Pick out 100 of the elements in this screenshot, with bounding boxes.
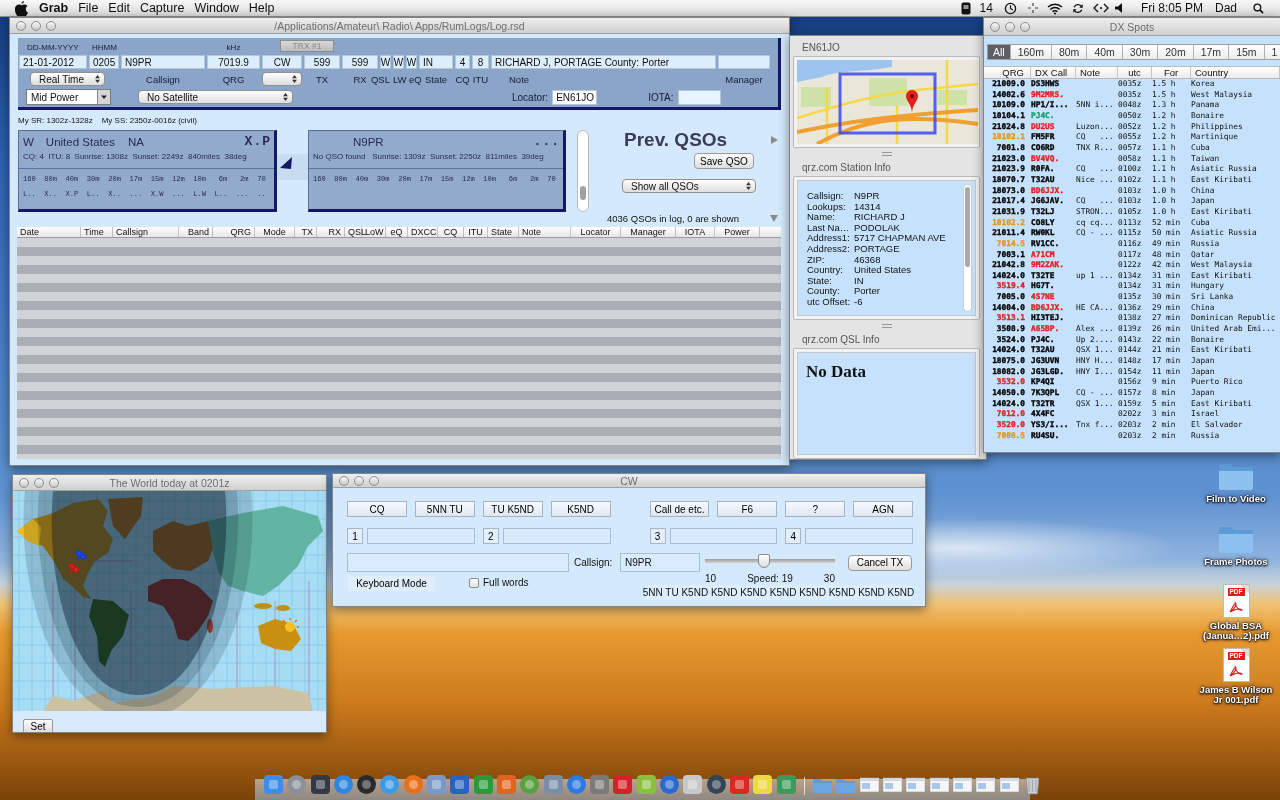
slider-thumb[interactable] — [758, 553, 771, 568]
filter-dropdown[interactable]: Show all QSOs — [622, 179, 756, 193]
window-thumbnail-icon[interactable] — [928, 774, 950, 795]
close-button[interactable] — [990, 21, 1000, 32]
input-field[interactable]: 0205 — [89, 55, 119, 69]
time-mode-dropdown[interactable]: Real Time — [30, 72, 105, 86]
app-icon[interactable] — [519, 774, 541, 795]
save-qso-button[interactable]: Save QSO — [694, 153, 754, 169]
macro-button[interactable]: AGN — [853, 501, 913, 517]
close-button[interactable] — [16, 20, 26, 31]
folder-icon[interactable] — [1218, 524, 1254, 554]
input-field[interactable]: W — [380, 55, 391, 69]
window-thumbnail-icon[interactable] — [882, 774, 903, 795]
band-tab[interactable]: 40m — [1087, 45, 1123, 59]
band-tab[interactable]: 17m — [1193, 45, 1230, 59]
folder-icon[interactable] — [1218, 461, 1254, 491]
keyboard-mode-button[interactable]: Keyboard Mode — [348, 576, 435, 591]
pushpin-icon[interactable] — [75, 550, 88, 561]
code-brackets-icon[interactable] — [1092, 3, 1109, 13]
column-header[interactable]: Country — [1191, 67, 1280, 78]
column-header[interactable]: DXCC — [408, 227, 438, 237]
app-icon[interactable] — [426, 774, 448, 795]
macro-button[interactable]: F6 — [717, 501, 778, 517]
zoom-button[interactable] — [369, 475, 379, 486]
menu-item[interactable]: Edit — [103, 1, 135, 15]
memory-slot-button[interactable]: 4 — [785, 528, 802, 544]
search-icon[interactable] — [1253, 2, 1264, 14]
macro-button[interactable]: ? — [785, 501, 846, 517]
column-header[interactable]: Time — [81, 227, 113, 237]
column-header[interactable]: QRG — [987, 67, 1031, 78]
column-header[interactable]: QRG — [213, 227, 255, 237]
locator-field[interactable]: EN61JO — [552, 89, 598, 105]
minimize-button[interactable] — [34, 477, 44, 488]
cw-text-field[interactable] — [347, 553, 569, 572]
window-thumbnail-icon[interactable] — [951, 774, 973, 795]
column-header[interactable]: For — [1152, 67, 1191, 78]
zoom-button[interactable] — [1020, 21, 1030, 32]
column-header[interactable]: Power — [715, 227, 760, 237]
column-header[interactable]: DX Call — [1031, 67, 1076, 78]
window-thumbnail-icon[interactable] — [905, 774, 927, 795]
app-icon[interactable] — [752, 774, 774, 795]
macro-text-field[interactable] — [502, 528, 611, 544]
cancel-tx-button[interactable]: Cancel TX — [848, 554, 912, 571]
input-field[interactable]: W — [406, 55, 417, 69]
band-tab[interactable]: All — [988, 45, 1011, 59]
input-field[interactable]: RICHARD J, PORTAGE County: Porter — [491, 55, 716, 69]
memory-slot-button[interactable]: 3 — [649, 528, 666, 544]
app-icon[interactable] — [612, 774, 634, 795]
menu-item[interactable]: Capture — [134, 1, 190, 15]
input-field[interactable] — [718, 55, 770, 69]
input-field[interactable]: IN — [419, 55, 453, 69]
column-header[interactable]: CQ — [438, 227, 464, 237]
app-icon[interactable] — [332, 774, 354, 795]
menu-item[interactable]: Window — [189, 1, 244, 15]
input-field[interactable]: CW — [262, 55, 302, 69]
app-icon[interactable] — [402, 774, 424, 795]
app-icon[interactable] — [449, 774, 471, 795]
input-field[interactable]: 4 — [455, 55, 470, 69]
scrollbar-thumb[interactable] — [580, 186, 586, 200]
column-header[interactable]: IOTA — [676, 227, 715, 237]
clock-icon[interactable] — [1003, 1, 1017, 15]
band-tab[interactable]: 160m — [1010, 45, 1052, 59]
app-icon[interactable] — [379, 774, 401, 795]
column-header[interactable]: Note — [1076, 67, 1118, 78]
scrollbar[interactable] — [963, 184, 972, 312]
wifi-icon[interactable] — [1046, 1, 1063, 15]
column-header[interactable]: RX — [317, 227, 345, 237]
band-tab[interactable]: 15m — [1229, 45, 1265, 59]
disclosure-triangle-icon[interactable] — [771, 135, 778, 144]
column-header[interactable]: Locator — [571, 227, 621, 237]
set-button[interactable]: Set — [23, 719, 53, 732]
app-icon[interactable] — [682, 774, 704, 795]
app-icon[interactable] — [286, 774, 308, 795]
band-tab[interactable]: 80m — [1051, 45, 1088, 59]
satellite-dropdown[interactable]: No Satellite — [138, 90, 293, 104]
zoom-button[interactable] — [49, 477, 59, 488]
callsign-field[interactable]: N9PR — [620, 553, 700, 572]
volume-icon[interactable] — [1114, 3, 1123, 13]
band-tab[interactable]: 20m — [1158, 45, 1194, 59]
map-pin-icon[interactable] — [906, 90, 918, 113]
band-tab[interactable]: 1 — [1264, 45, 1280, 59]
menu-item[interactable]: Grab — [34, 1, 74, 15]
macro-text-field[interactable] — [805, 528, 913, 544]
close-button[interactable] — [19, 477, 29, 488]
mode-dropdown[interactable] — [262, 72, 302, 86]
sync-icon[interactable] — [1071, 1, 1084, 15]
macro-text-field[interactable] — [669, 528, 778, 544]
input-field[interactable]: 21-01-2012 — [19, 55, 87, 69]
macro-button[interactable]: CQ — [347, 501, 407, 517]
column-header[interactable]: Mode — [255, 227, 295, 237]
disclosure-triangle-icon[interactable] — [770, 214, 778, 222]
macro-button[interactable]: TU K5ND — [482, 501, 543, 517]
column-header[interactable]: utc — [1118, 67, 1152, 78]
input-field[interactable]: 599 — [342, 55, 378, 69]
app-icon[interactable] — [356, 774, 378, 795]
macro-button[interactable]: 5NN TU — [414, 501, 475, 517]
apple-logo-icon[interactable] — [15, 0, 28, 16]
menu-item[interactable]: Help — [243, 1, 280, 15]
column-header[interactable]: State — [488, 227, 519, 237]
minimize-button[interactable] — [1005, 21, 1015, 32]
